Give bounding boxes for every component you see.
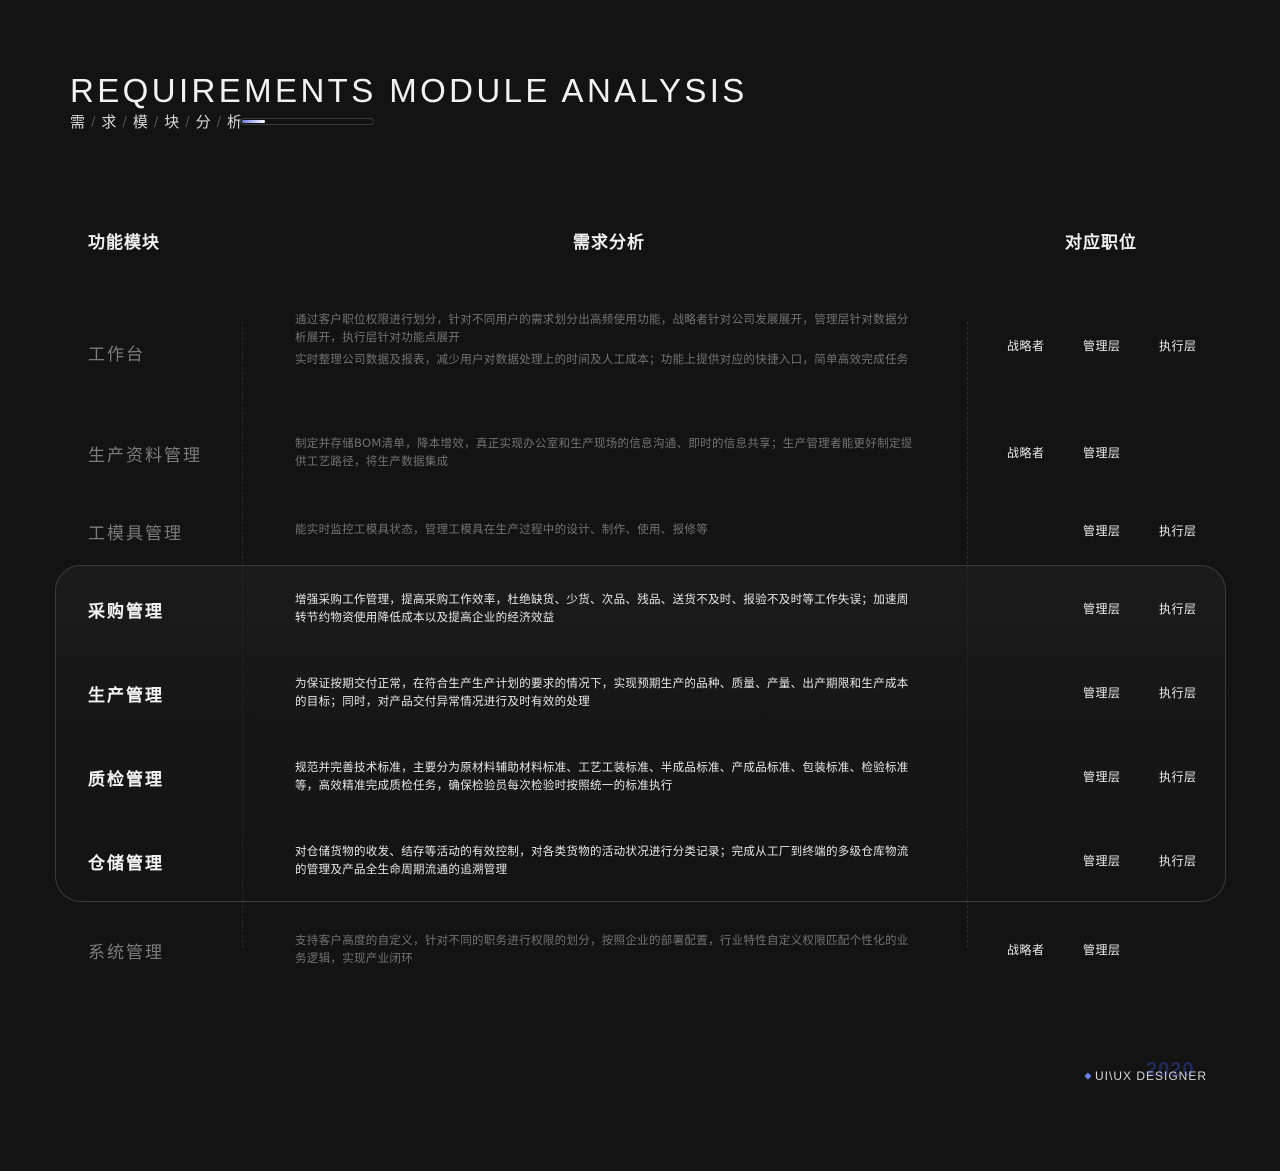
footer-label: UI\UX DESIGNER (1095, 1069, 1208, 1083)
role-strategist: 战略者 (1007, 943, 1045, 957)
requirement-desc: 通过客户职位权限进行划分，针对不同用户的需求划分出高频使用功能，战略者针对公司发… (295, 310, 915, 368)
requirement-paragraph: 支持客户高度的自定义，针对不同的职务进行权限的划分，按照企业的部署配置，行业特性… (295, 933, 909, 965)
requirement-paragraph: 制定并存储BOM清单，降本增效，真正实现办公室和生产现场的信息沟通、即时的信息共… (295, 436, 913, 468)
subtitle-char: 模 (132, 113, 148, 131)
module-name: 采购管理 (88, 602, 164, 622)
page-title: REQUIREMENTS MODULE ANALYSIS (70, 72, 748, 109)
requirement-paragraph: 增强采购工作管理，提高采购工作效率，杜绝缺货、少货、次品、残品、送货不及时、报验… (295, 592, 909, 624)
role-manager: 管理层 (1083, 446, 1121, 460)
requirement-paragraph: 规范并完善技术标准，主要分为原材料辅助材料标准、工艺工装标准、半成品标准、产成品… (295, 760, 909, 792)
module-name: 生产资料管理 (88, 446, 202, 466)
module-name: 系统管理 (88, 943, 164, 963)
requirement-desc: 规范并完善技术标准，主要分为原材料辅助材料标准、工艺工装标准、半成品标准、产成品… (295, 758, 915, 794)
requirement-paragraph: 为保证按期交付正常，在符合生产生产计划的要求的情况下，实现预期生产的品种、质量、… (295, 676, 909, 708)
column-header-module: 功能模块 (88, 233, 160, 253)
role-executor: 执行层 (1159, 524, 1197, 538)
requirement-paragraph: 能实时监控工模具状态，管理工模具在生产过程中的设计、制作、使用、报修等 (295, 522, 708, 536)
requirement-desc: 支持客户高度的自定义，针对不同的职务进行权限的划分，按照企业的部署配置，行业特性… (295, 931, 915, 967)
requirement-desc: 对仓储货物的收发、结存等活动的有效控制，对各类货物的活动状况进行分类记录；完成从… (295, 842, 915, 878)
subtitle-char: 块 (164, 113, 180, 131)
role-manager: 管理层 (1083, 770, 1121, 784)
module-name: 质检管理 (88, 770, 164, 790)
subtitle-char: 求 (101, 113, 117, 131)
role-strategist: 战略者 (1007, 446, 1045, 460)
role-manager: 管理层 (1083, 524, 1121, 538)
subtitle-char: 需 (70, 113, 86, 131)
progress-bar (240, 118, 374, 125)
module-name: 仓储管理 (88, 854, 164, 874)
role-manager: 管理层 (1083, 854, 1121, 868)
role-executor: 执行层 (1159, 602, 1197, 616)
requirement-paragraph: 对仓储货物的收发、结存等活动的有效控制，对各类货物的活动状况进行分类记录；完成从… (295, 844, 909, 876)
role-executor: 执行层 (1159, 339, 1197, 353)
progress-fill (242, 120, 265, 123)
column-header-roles: 对应职位 (1065, 233, 1137, 253)
requirement-desc: 能实时监控工模具状态，管理工模具在生产过程中的设计、制作、使用、报修等 (295, 520, 915, 538)
requirement-desc: 增强采购工作管理，提高采购工作效率，杜绝缺货、少货、次品、残品、送货不及时、报验… (295, 590, 915, 626)
footer-signature: 2020 UI\UX DESIGNER (1084, 1059, 1208, 1083)
subtitle-char: 分 (195, 113, 211, 131)
module-name: 工模具管理 (88, 524, 183, 544)
role-executor: 执行层 (1159, 854, 1197, 868)
role-manager: 管理层 (1083, 339, 1121, 353)
role-executor: 执行层 (1159, 686, 1197, 700)
page-subtitle: 需 / 求 / 模 / 块 / 分 / 析 (70, 113, 243, 131)
role-executor: 执行层 (1159, 770, 1197, 784)
role-manager: 管理层 (1083, 602, 1121, 616)
requirement-desc: 制定并存储BOM清单，降本增效，真正实现办公室和生产现场的信息沟通、即时的信息共… (295, 434, 915, 470)
column-header-analysis: 需求分析 (573, 233, 645, 253)
requirement-desc: 为保证按期交付正常，在符合生产生产计划的要求的情况下，实现预期生产的品种、质量、… (295, 674, 915, 710)
module-name: 工作台 (88, 345, 145, 365)
module-name: 生产管理 (88, 686, 164, 706)
role-manager: 管理层 (1083, 943, 1121, 957)
requirement-paragraph: 通过客户职位权限进行划分，针对不同用户的需求划分出高频使用功能，战略者针对公司发… (295, 312, 909, 344)
role-strategist: 战略者 (1007, 339, 1045, 353)
requirement-paragraph: 实时整理公司数据及报表，减少用户对数据处理上的时间及人工成本；功能上提供对应的快… (295, 352, 909, 366)
role-manager: 管理层 (1083, 686, 1121, 700)
diamond-icon (1084, 1072, 1092, 1080)
